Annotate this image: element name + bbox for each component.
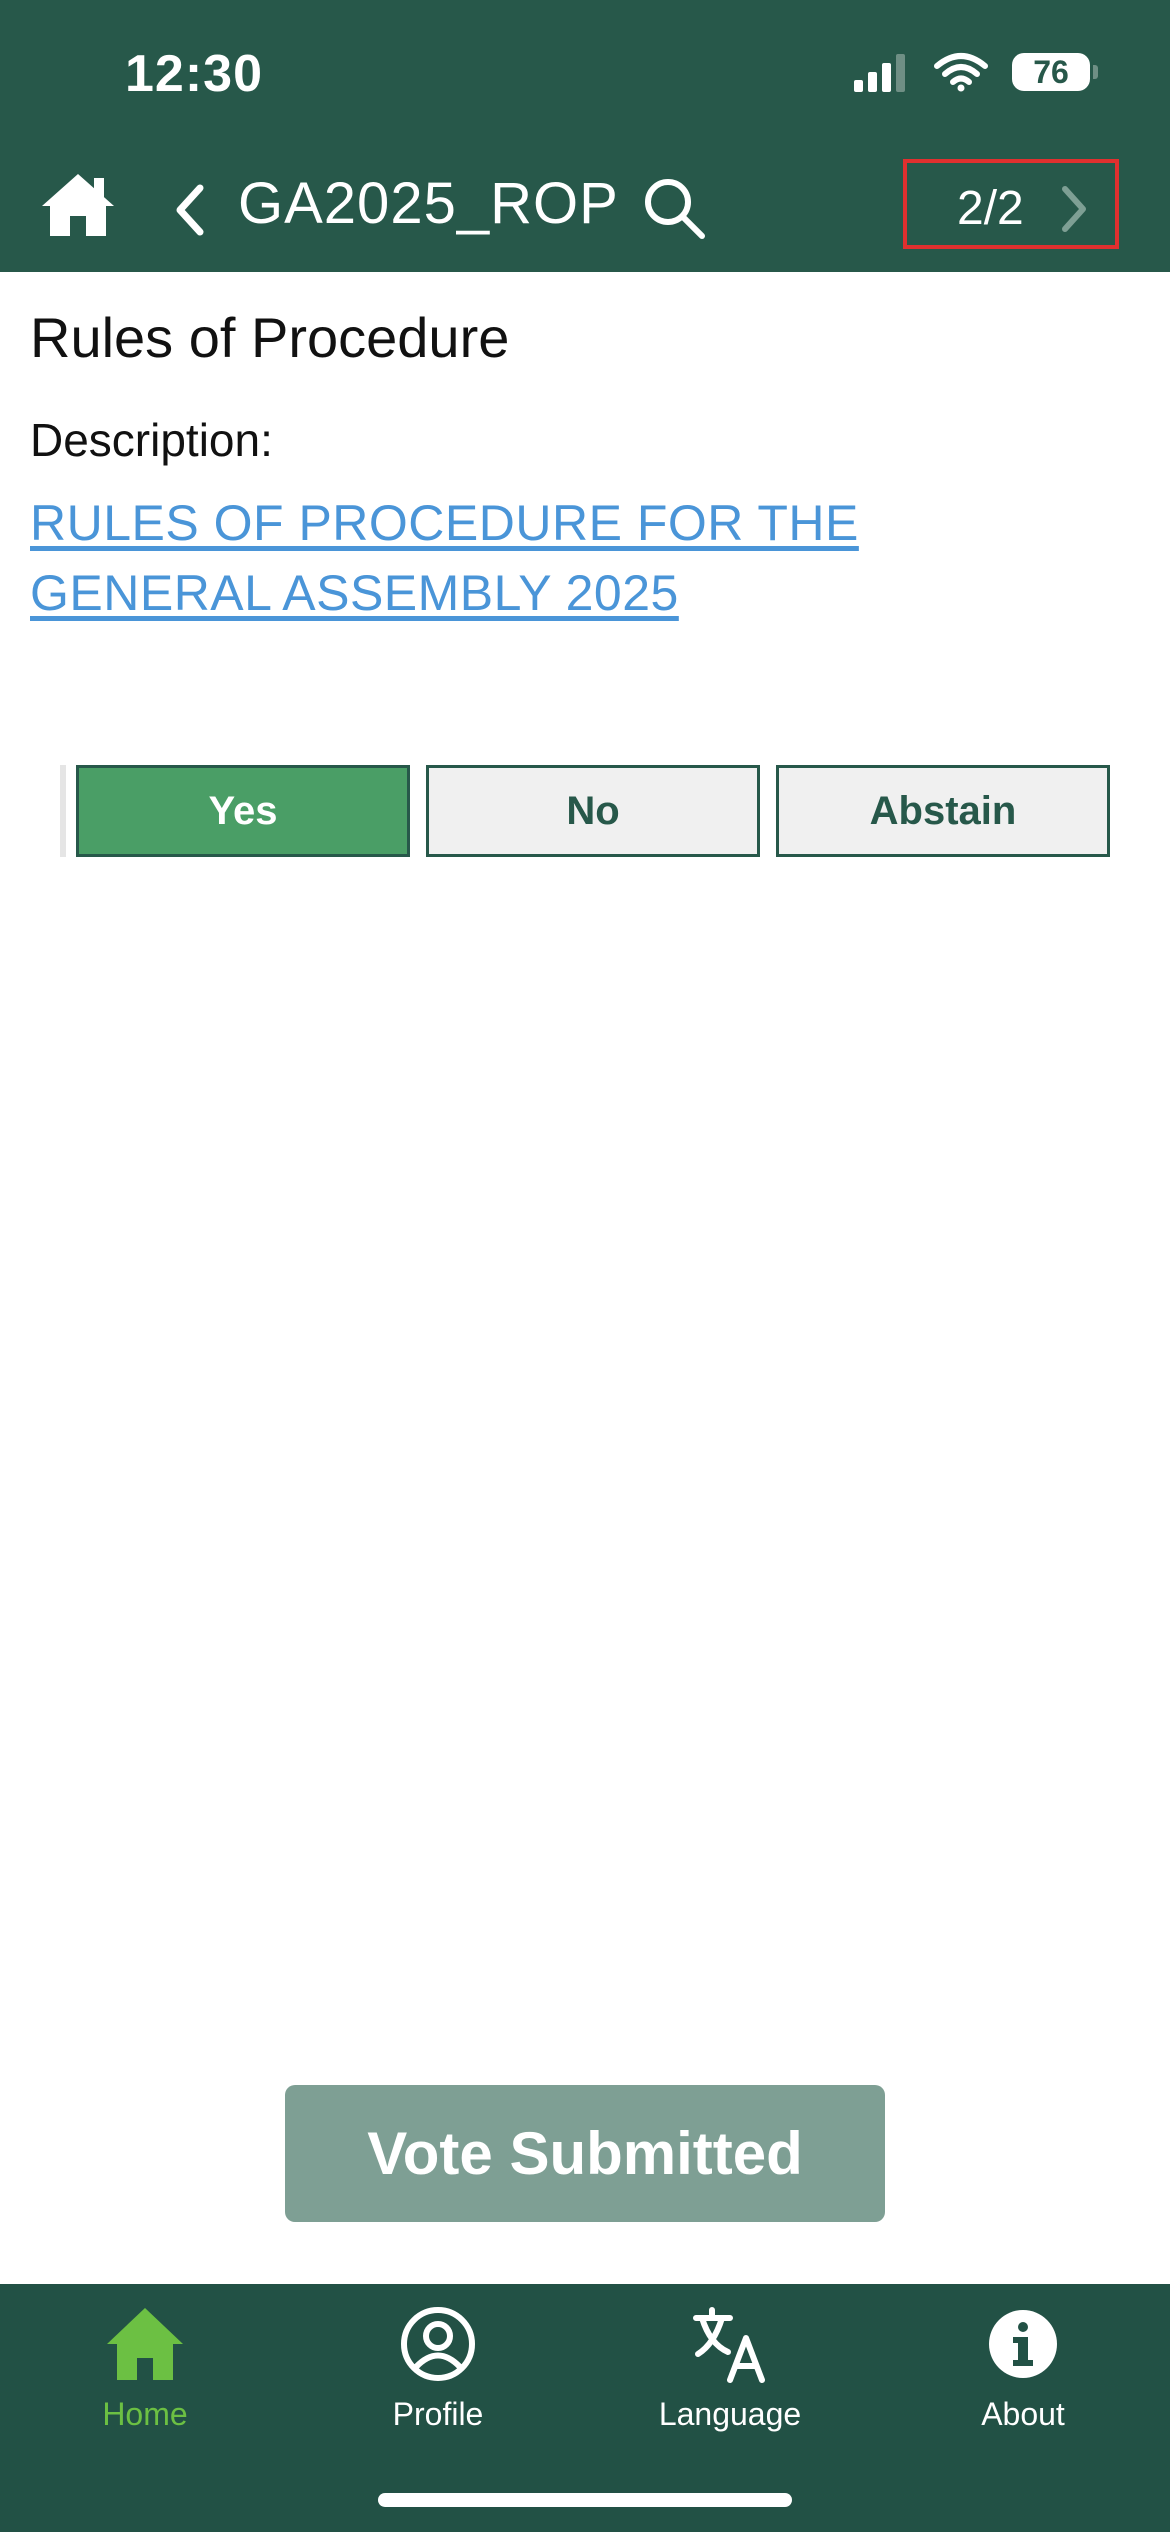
pager: 2/2: [903, 159, 1119, 249]
info-icon: [989, 2310, 1057, 2378]
document-title: GA2025_ROP: [238, 171, 619, 236]
tab-about[interactable]: About: [913, 2304, 1133, 2444]
cellular-signal-icon: [854, 54, 905, 92]
language-icon: [693, 2307, 765, 2383]
status-icons: 76: [854, 52, 1098, 92]
tab-home[interactable]: Home: [35, 2304, 255, 2444]
vote-submitted-button[interactable]: Vote Submitted: [285, 2085, 885, 2222]
search-icon[interactable]: [640, 174, 710, 244]
vote-yes-button[interactable]: Yes: [76, 765, 410, 857]
description-label: Description:: [30, 414, 273, 466]
app-header: 12:30 76 GA2025_ROP 2/2: [0, 0, 1170, 272]
page-title: Rules of Procedure: [30, 306, 510, 369]
battery-level: 76: [1033, 53, 1069, 90]
vote-no-button[interactable]: No: [426, 765, 760, 857]
wifi-icon: [934, 53, 988, 92]
tab-language-label: Language: [658, 2396, 802, 2432]
description-link[interactable]: RULES OF PROCEDURE FOR THE GENERAL ASSEM…: [30, 488, 1110, 628]
page-indicator: 2/2: [957, 182, 1024, 235]
vote-options: Yes No Abstain: [60, 765, 1110, 857]
next-chevron-icon[interactable]: [1057, 183, 1091, 235]
status-time: 12:30: [125, 45, 263, 103]
tab-language[interactable]: Language: [620, 2304, 840, 2444]
profile-icon: [401, 2307, 475, 2381]
home-icon: [107, 2308, 183, 2380]
vote-abstain-button[interactable]: Abstain: [776, 765, 1110, 857]
home-indicator[interactable]: [378, 2493, 792, 2507]
nav-row: GA2025_ROP 2/2: [0, 150, 1170, 260]
battery-indicator: 76: [1012, 53, 1098, 91]
home-icon[interactable]: [38, 170, 118, 240]
bottom-tab-bar: Home Profile Language About: [0, 2284, 1170, 2532]
tab-home-label: Home: [102, 2396, 188, 2432]
tab-profile[interactable]: Profile: [328, 2304, 548, 2444]
tab-about-label: About: [981, 2396, 1065, 2432]
back-chevron-icon[interactable]: [170, 180, 210, 240]
tab-profile-label: Profile: [392, 2396, 484, 2432]
